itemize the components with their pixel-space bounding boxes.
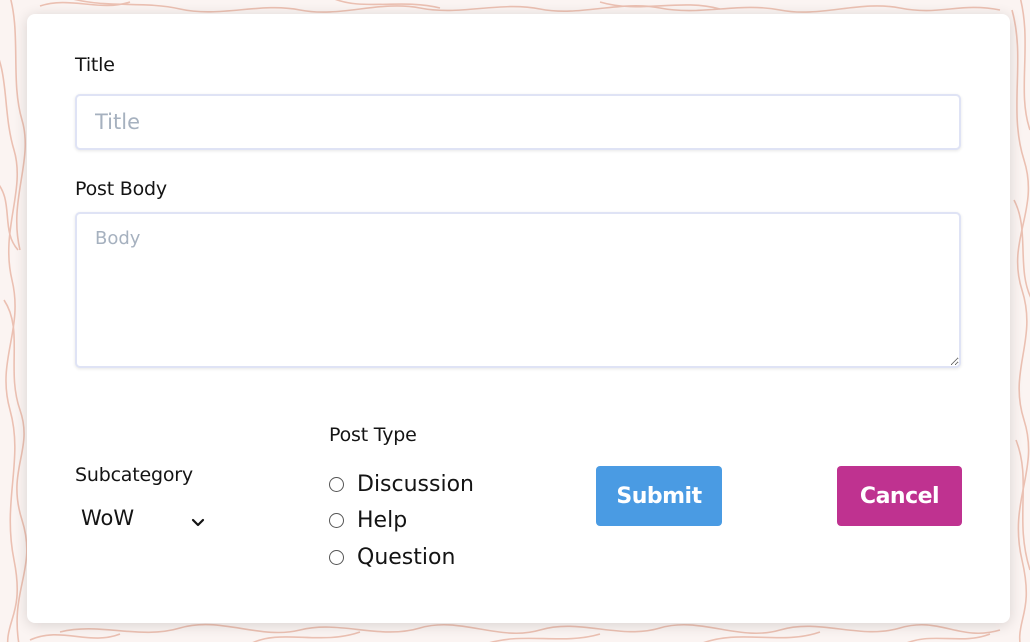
post-type-option-help[interactable]: Help: [329, 503, 474, 540]
title-input[interactable]: [75, 94, 961, 150]
post-body-label: Post Body: [75, 178, 167, 200]
post-body-textarea[interactable]: [75, 212, 961, 368]
radio-label: Discussion: [357, 471, 474, 497]
subcategory-select[interactable]: WoW: [75, 503, 215, 533]
post-type-option-question[interactable]: Question: [329, 539, 474, 576]
radio-label: Help: [357, 508, 408, 534]
radio-button[interactable]: [329, 476, 344, 492]
radio-button[interactable]: [329, 513, 344, 529]
subcategory-selected-value: WoW: [81, 506, 135, 530]
title-label: Title: [75, 54, 115, 76]
radio-label: Question: [357, 544, 456, 570]
post-type-label: Post Type: [329, 424, 417, 446]
chevron-down-icon: [191, 513, 205, 527]
new-post-form-card: Title Post Body Subcategory WoW Post Typ…: [27, 14, 1010, 623]
radio-button[interactable]: [329, 549, 344, 565]
cancel-button[interactable]: Cancel: [837, 466, 962, 526]
submit-button[interactable]: Submit: [596, 466, 722, 526]
post-type-radio-group: Discussion Help Question: [329, 466, 474, 576]
post-type-option-discussion[interactable]: Discussion: [329, 466, 474, 503]
subcategory-label: Subcategory: [75, 464, 193, 486]
